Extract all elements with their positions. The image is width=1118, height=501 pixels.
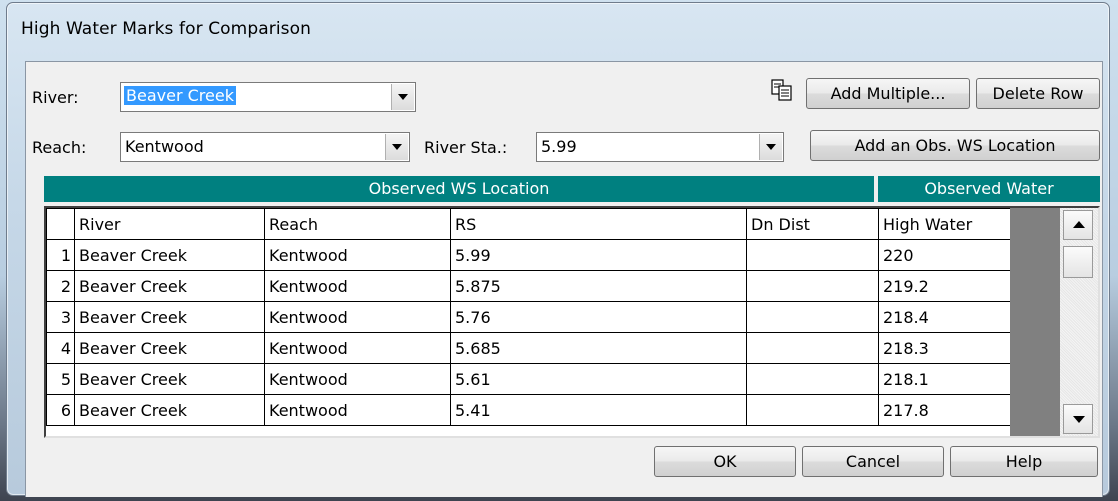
- scroll-thumb[interactable]: [1063, 246, 1093, 278]
- ok-button[interactable]: OK: [654, 446, 796, 477]
- table-row: 1 Beaver Creek Kentwood 5.99 220: [46, 239, 1013, 271]
- table-header-row: River Reach RS Dn Dist High Water: [46, 208, 1013, 240]
- table-row: 2 Beaver Creek Kentwood 5.875 219.2: [46, 270, 1013, 302]
- cell-dn-dist[interactable]: [746, 394, 879, 426]
- cell-reach[interactable]: Kentwood: [264, 270, 451, 302]
- reach-select[interactable]: Kentwood: [120, 132, 410, 162]
- cell-river[interactable]: Beaver Creek: [74, 239, 265, 271]
- scroll-up-icon[interactable]: [1063, 210, 1093, 240]
- cell-river[interactable]: Beaver Creek: [74, 301, 265, 333]
- cell-dn-dist[interactable]: [746, 239, 879, 271]
- table-row: 3 Beaver Creek Kentwood 5.76 218.4: [46, 301, 1013, 333]
- cell-high-water[interactable]: 217.8: [878, 394, 1013, 426]
- add-obs-ws-location-button[interactable]: Add an Obs. WS Location: [810, 130, 1100, 161]
- cell-reach[interactable]: Kentwood: [264, 363, 451, 395]
- cell-reach[interactable]: Kentwood: [264, 394, 451, 426]
- cell-river[interactable]: Beaver Creek: [74, 332, 265, 364]
- row-number: 1: [46, 239, 75, 271]
- delete-row-button[interactable]: Delete Row: [976, 78, 1100, 109]
- chevron-down-icon[interactable]: [759, 134, 782, 160]
- column-header-reach: Reach: [264, 208, 451, 240]
- column-header-river: River: [74, 208, 265, 240]
- column-header-high-water: High Water: [878, 208, 1013, 240]
- cell-high-water[interactable]: 218.1: [878, 363, 1013, 395]
- table-row: 4 Beaver Creek Kentwood 5.685 218.3: [46, 332, 1013, 364]
- river-label: River:: [32, 88, 79, 107]
- row-number: 2: [46, 270, 75, 302]
- cell-rs[interactable]: 5.875: [450, 270, 747, 302]
- cell-high-water[interactable]: 219.2: [878, 270, 1013, 302]
- cell-rs[interactable]: 5.685: [450, 332, 747, 364]
- river-select[interactable]: Beaver Creek: [120, 82, 416, 112]
- cell-dn-dist[interactable]: [746, 363, 879, 395]
- cell-high-water[interactable]: 218.3: [878, 332, 1013, 364]
- cell-dn-dist[interactable]: [746, 270, 879, 302]
- dialog-window: High Water Marks for Comparison River: B…: [6, 2, 1110, 497]
- data-table: River Reach RS Dn Dist High Water 1 Beav…: [46, 208, 1013, 426]
- chevron-down-icon[interactable]: [391, 84, 414, 110]
- row-number: 4: [46, 332, 75, 364]
- help-button[interactable]: Help: [950, 446, 1098, 477]
- cell-river[interactable]: Beaver Creek: [74, 270, 265, 302]
- column-header-rs: RS: [450, 208, 747, 240]
- table-row: 6 Beaver Creek Kentwood 5.41 217.8: [46, 394, 1013, 426]
- cell-river[interactable]: Beaver Creek: [74, 394, 265, 426]
- river-sta-select-value: 5.99: [541, 137, 577, 156]
- cell-rs[interactable]: 5.99: [450, 239, 747, 271]
- cell-river[interactable]: Beaver Creek: [74, 363, 265, 395]
- chevron-down-icon[interactable]: [385, 134, 408, 160]
- river-sta-label: River Sta.:: [424, 138, 508, 157]
- reach-label: Reach:: [32, 138, 87, 157]
- window-title: High Water Marks for Comparison: [21, 19, 311, 39]
- cell-dn-dist[interactable]: [746, 301, 879, 333]
- grid-empty-area: [1010, 208, 1060, 436]
- scroll-down-icon[interactable]: [1063, 404, 1093, 434]
- cell-high-water[interactable]: 220: [878, 239, 1013, 271]
- cell-reach[interactable]: Kentwood: [264, 239, 451, 271]
- row-header-corner: [46, 208, 75, 240]
- copy-icon[interactable]: [770, 78, 794, 102]
- row-number: 3: [46, 301, 75, 333]
- river-select-value: Beaver Creek: [124, 86, 236, 105]
- cell-rs[interactable]: 5.61: [450, 363, 747, 395]
- cell-dn-dist[interactable]: [746, 332, 879, 364]
- column-header-dn-dist: Dn Dist: [746, 208, 879, 240]
- row-number: 6: [46, 394, 75, 426]
- observed-ws-location-header: Observed WS Location: [44, 176, 874, 202]
- table-row: 5 Beaver Creek Kentwood 5.61 218.1: [46, 363, 1013, 395]
- cell-reach[interactable]: Kentwood: [264, 301, 451, 333]
- cancel-button[interactable]: Cancel: [802, 446, 944, 477]
- add-multiple-button[interactable]: Add Multiple...: [806, 78, 970, 109]
- vertical-scrollbar[interactable]: [1060, 208, 1098, 436]
- cell-reach[interactable]: Kentwood: [264, 332, 451, 364]
- cell-rs[interactable]: 5.76: [450, 301, 747, 333]
- river-sta-select[interactable]: 5.99: [536, 132, 784, 162]
- cell-high-water[interactable]: 218.4: [878, 301, 1013, 333]
- cell-rs[interactable]: 5.41: [450, 394, 747, 426]
- reach-select-value: Kentwood: [125, 137, 204, 156]
- row-number: 5: [46, 363, 75, 395]
- high-water-table: River Reach RS Dn Dist High Water 1 Beav…: [44, 206, 1100, 438]
- observed-water-header: Observed Water: [878, 176, 1100, 202]
- dialog-client-area: River: Beaver Creek Add Multiple... Dele…: [25, 61, 1103, 497]
